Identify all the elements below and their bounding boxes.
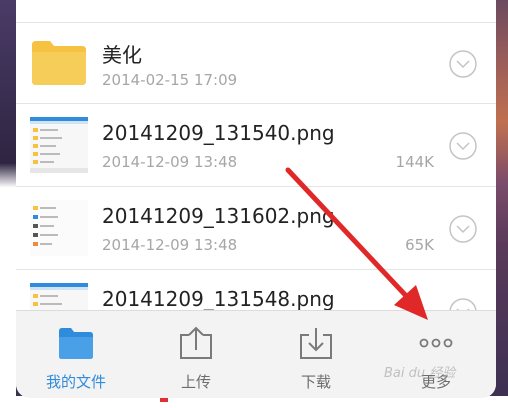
folder-icon	[32, 41, 86, 85]
tab-my-files[interactable]: 我的文件	[16, 311, 136, 398]
tab-label: 上传	[180, 373, 211, 391]
tab-upload[interactable]: 上传	[136, 311, 256, 398]
file-row-image[interactable]: 20141209_131602.png 2014-12-09 13:48 65K	[16, 188, 496, 270]
tab-label: 我的文件	[45, 373, 106, 391]
background-photo-right	[494, 0, 508, 408]
file-date: 2014-12-09 13:48	[102, 153, 238, 171]
tab-download[interactable]: 下载	[256, 311, 376, 398]
file-size: 65K	[405, 236, 434, 254]
chevron-down-icon[interactable]	[448, 49, 478, 79]
file-size: 144K	[395, 153, 434, 171]
file-date: 2014-12-09 13:48	[102, 236, 238, 254]
chevron-down-icon[interactable]	[448, 214, 478, 244]
upload-icon	[180, 326, 212, 359]
image-thumbnail	[30, 200, 88, 256]
file-name: 20141209_131602.png	[102, 204, 335, 228]
background-red-mark	[160, 398, 168, 402]
bottom-tab-bar: 我的文件 上传 下载 更多	[16, 310, 496, 398]
file-date: 2014-02-15 17:09	[102, 71, 238, 89]
background-photo-left	[0, 0, 16, 408]
file-row-image[interactable]: 20141209_131540.png 2014-12-09 13:48 144…	[16, 105, 496, 187]
download-icon	[300, 328, 332, 359]
watermark: Bai du 经验	[384, 366, 456, 381]
file-row-folder[interactable]: 美化 2014-02-15 17:09	[16, 22, 496, 104]
more-icon	[419, 338, 453, 348]
tab-label: 下载	[300, 373, 331, 391]
chevron-down-icon[interactable]	[448, 131, 478, 161]
file-name: 美化	[102, 43, 142, 67]
file-name: 20141209_131540.png	[102, 121, 335, 145]
file-name: 20141209_131548.png	[102, 287, 335, 311]
folder-icon	[59, 328, 93, 359]
tab-more[interactable]: 更多	[376, 311, 496, 398]
phone-screen: 美化 2014-02-15 17:09 20141209_131540.png	[16, 0, 496, 398]
file-list: 美化 2014-02-15 17:09 20141209_131540.png	[16, 0, 496, 353]
image-thumbnail	[30, 117, 88, 173]
